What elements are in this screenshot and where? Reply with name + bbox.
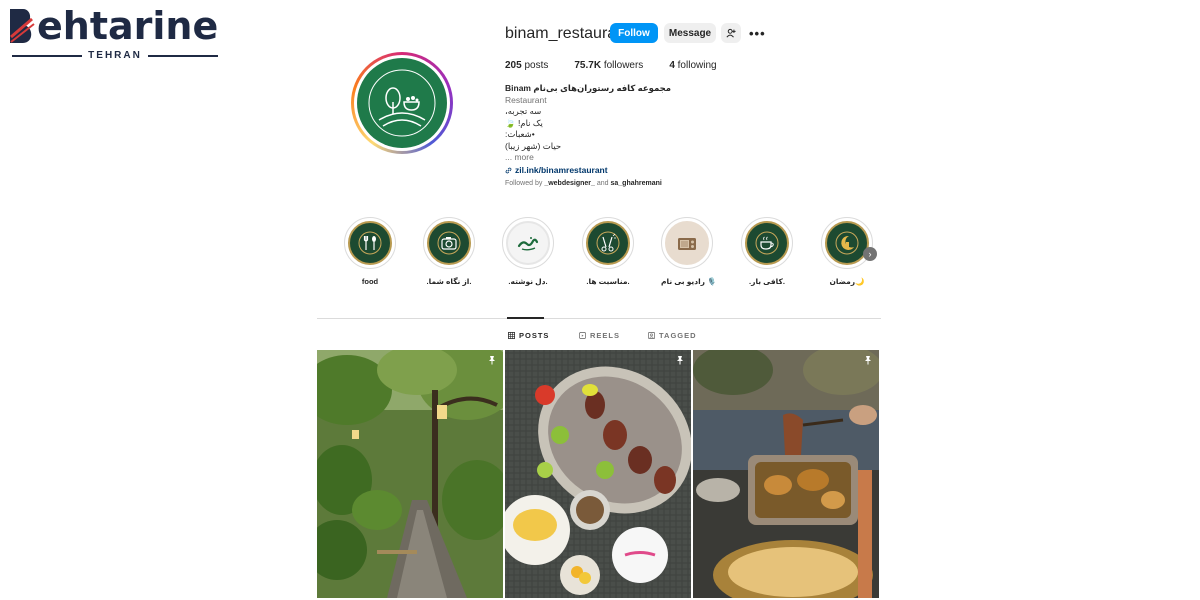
celebration-icon xyxy=(596,231,620,255)
highlight-label: food xyxy=(361,277,379,286)
post-tile-garden[interactable] xyxy=(317,350,503,598)
tab-posts[interactable]: POSTS xyxy=(508,331,549,340)
profile-bio: Binam مجموعه کافه رستوران‌های بی‌نام Res… xyxy=(505,83,765,176)
bio-line: حیات (شهر زیبا) xyxy=(505,140,562,151)
grid-icon xyxy=(508,332,515,339)
highlight-label: رمضان🌙 xyxy=(829,277,865,286)
fork-spoon-icon xyxy=(358,231,382,255)
tabs-divider xyxy=(317,318,881,319)
post-image xyxy=(693,350,879,598)
pinned-icon xyxy=(677,356,683,365)
bio-more-link[interactable]: ... more xyxy=(505,152,765,164)
highlight-label: .کافی بار. xyxy=(749,277,785,286)
posts-stat: 205 posts xyxy=(505,60,549,71)
coffee-cup-icon xyxy=(755,231,779,255)
follow-button[interactable]: Follow xyxy=(610,23,658,43)
watermark-brand-text: ehtarine xyxy=(37,4,219,48)
following-stat[interactable]: 4 following xyxy=(669,60,716,71)
highlight-from-your-view[interactable]: .از نگاه شما. xyxy=(423,217,475,286)
highlight-coffee-bar[interactable]: .کافی بار. xyxy=(741,217,793,286)
highlight-label: رادیو بی نام 🎙️ xyxy=(661,277,717,286)
highlight-occasions[interactable]: .مناسبت ها. xyxy=(582,217,634,286)
camera-icon xyxy=(437,231,461,255)
reels-icon xyxy=(579,332,586,339)
post-tile-kebab[interactable] xyxy=(505,350,691,598)
watermark-city: TEHRAN xyxy=(88,50,142,61)
bio-line: •شعبات: xyxy=(505,129,535,139)
calligraphy-icon xyxy=(517,237,539,251)
more-options-icon[interactable]: ••• xyxy=(749,26,766,41)
highlight-label: .دل نوشته. xyxy=(508,277,548,286)
profile-full-name: Binam مجموعه کافه رستوران‌های بی‌نام xyxy=(505,83,672,93)
watermark-b-logo-icon xyxy=(8,7,36,45)
message-button[interactable]: Message xyxy=(664,23,716,43)
profile-stats: 205 posts 75.7K followers 4 following xyxy=(505,60,743,71)
highlight-label: .مناسبت ها. xyxy=(586,277,630,286)
post-image xyxy=(505,350,691,598)
post-tile-copper-stew[interactable] xyxy=(693,350,879,598)
followers-stat[interactable]: 75.7K followers xyxy=(574,60,643,71)
active-tab-indicator xyxy=(507,317,544,319)
profile-category: Restaurant xyxy=(505,94,547,105)
highlights-next-button[interactable]: › xyxy=(863,247,877,261)
tab-reels[interactable]: REELS xyxy=(579,331,620,340)
pinned-icon xyxy=(489,356,495,365)
link-icon xyxy=(505,167,512,174)
crescent-moon-icon xyxy=(835,231,859,255)
highlight-radio-binam[interactable]: رادیو بی نام 🎙️ xyxy=(661,217,717,286)
binam-logo-icon xyxy=(362,63,442,143)
add-person-icon xyxy=(726,28,736,38)
pinned-icon xyxy=(865,356,871,365)
radio-icon xyxy=(678,238,696,250)
highlight-food[interactable]: food xyxy=(344,217,396,286)
highlight-heart-notes[interactable]: .دل نوشته. xyxy=(502,217,554,286)
followed-by-text[interactable]: Followed by _webdesigner_ and sa_ghahrem… xyxy=(505,180,662,187)
bio-website-link[interactable]: zil.ink/binamrestaurant xyxy=(505,165,765,177)
bio-line: سه تجربه، xyxy=(505,106,542,116)
tagged-icon xyxy=(648,332,655,339)
behtarine-watermark: ehtarine TEHRAN xyxy=(8,6,218,66)
post-image xyxy=(317,350,503,598)
bio-line: یک نام! 🍃 xyxy=(505,117,543,128)
highlight-label: .از نگاه شما. xyxy=(426,277,472,286)
suggested-accounts-button[interactable] xyxy=(721,23,741,43)
profile-avatar[interactable] xyxy=(351,52,453,154)
tab-tagged[interactable]: TAGGED xyxy=(648,331,697,340)
